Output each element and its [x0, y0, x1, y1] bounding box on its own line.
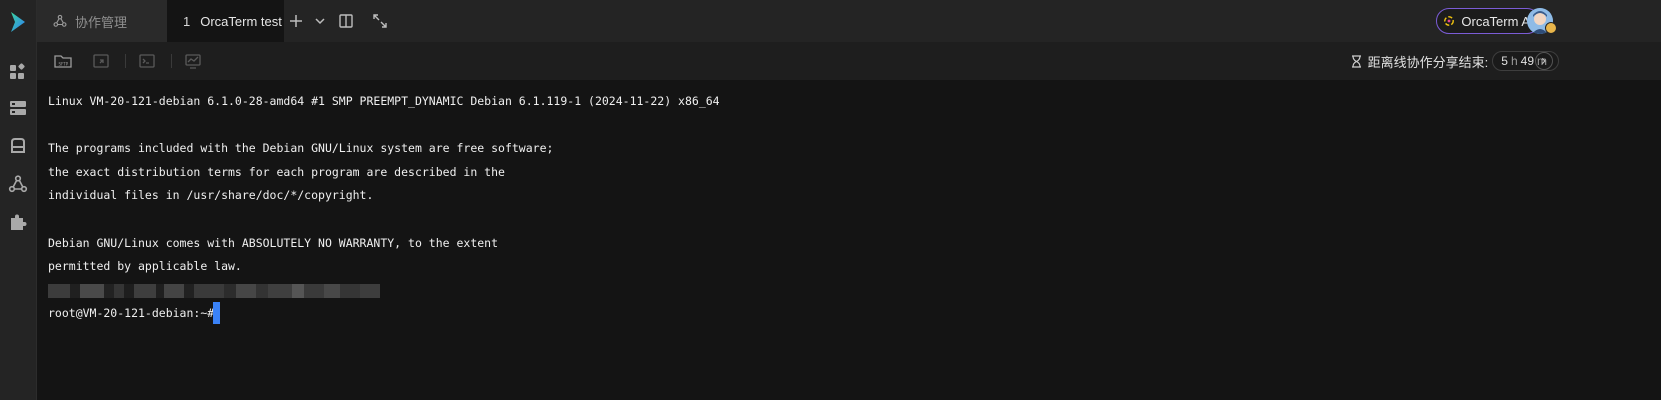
terminal-line: Debian GNU/Linux comes with ABSOLUTELY N… [48, 236, 499, 250]
sftp-folder-icon[interactable]: SFTP [53, 51, 73, 71]
expand-icon[interactable] [370, 11, 390, 31]
terminal-line: individual files in /usr/share/doc/*/cop… [48, 188, 374, 202]
monitor-icon[interactable] [183, 51, 203, 71]
split-view-icon[interactable] [336, 11, 356, 31]
timer-hours-unit: h [1510, 54, 1518, 68]
tab-label: 协作管理 [75, 14, 128, 30]
collaboration-icon[interactable] [8, 174, 28, 194]
upload-window-icon[interactable] [91, 51, 111, 71]
servers-icon[interactable] [8, 98, 28, 118]
apps-icon[interactable] [8, 62, 28, 82]
collapse-icon[interactable] [1535, 52, 1553, 70]
timer-minutes: 49 [1520, 54, 1534, 68]
toolbar-divider [125, 54, 126, 68]
terminal-output[interactable]: Linux VM-20-121-debian 6.1.0-28-amd64 #1… [37, 80, 1661, 400]
plus-icon[interactable] [286, 11, 306, 31]
terminal-cursor [213, 302, 220, 324]
terminal-drive-icon[interactable] [8, 136, 28, 156]
tab-orcaterm-test[interactable]: 1 OrcaTerm test [167, 0, 284, 42]
terminal-line: permitted by applicable law. [48, 259, 242, 273]
avatar-status-badge [1545, 22, 1557, 34]
orcaterm-ai-button[interactable]: OrcaTerm AI [1436, 8, 1540, 34]
plugin-icon[interactable] [8, 212, 28, 232]
toolbar-divider [171, 54, 172, 68]
timer-hours: 5 [1501, 54, 1508, 68]
left-sidebar [0, 0, 37, 400]
ai-button-label: OrcaTerm AI [1461, 13, 1534, 29]
collaboration-icon [53, 14, 67, 27]
tab-bar: 协作管理 1 OrcaTerm test OrcaTerm AI [37, 0, 1661, 42]
shell-prompt: root@VM-20-121-debian:~# [48, 306, 222, 320]
session-toolbar: SFTP 距离线协作分享结束: 5 h 49 m [37, 42, 1661, 80]
terminal-line: Linux VM-20-121-debian 6.1.0-28-amd64 #1… [48, 94, 720, 108]
ai-sparkle-icon [1444, 16, 1455, 26]
chevron-down-icon[interactable] [310, 11, 330, 31]
timer-label: 距离线协作分享结束: [1367, 54, 1489, 70]
terminal-line: the exact distribution terms for each pr… [48, 165, 505, 179]
tab-label: OrcaTerm test [200, 13, 282, 29]
redacted-line [48, 284, 380, 298]
share-timer: 距离线协作分享结束: 5 h 49 m [1351, 51, 1559, 71]
hourglass-icon [1351, 54, 1361, 68]
tab-collaboration-management[interactable]: 协作管理 [37, 0, 167, 42]
sftp-label: SFTP [59, 62, 69, 67]
terminal-line: The programs included with the Debian GN… [48, 141, 554, 155]
terminal-window-icon[interactable] [137, 51, 157, 71]
app-logo-icon[interactable] [6, 10, 30, 34]
tab-number: 1 [183, 13, 191, 29]
